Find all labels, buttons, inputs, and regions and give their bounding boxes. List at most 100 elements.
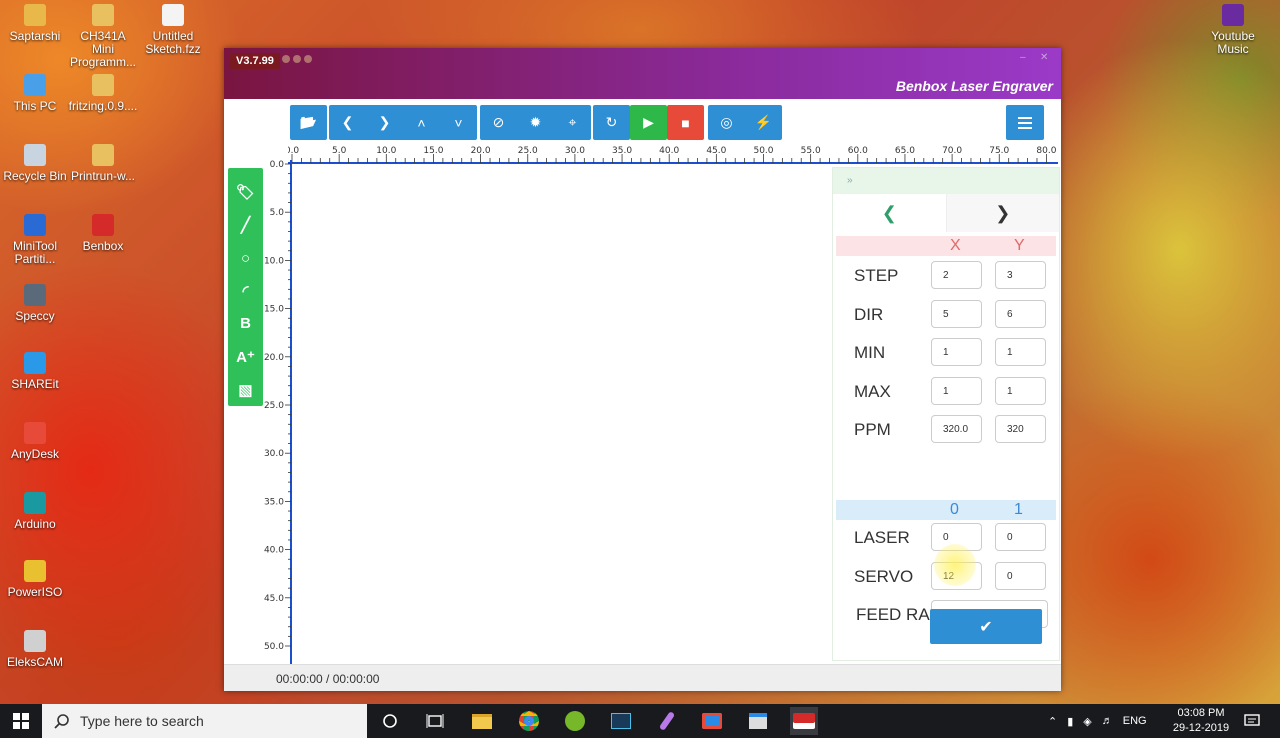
arrow-down-icon: ˅ xyxy=(454,114,463,131)
min-field-b[interactable]: 1 xyxy=(995,338,1046,366)
play-button[interactable]: ▶ xyxy=(630,105,667,140)
arrow-up-button[interactable]: ˄ xyxy=(403,105,440,140)
taskbar-benbox[interactable] xyxy=(790,707,818,735)
start-button[interactable] xyxy=(0,704,42,738)
arc-tool-button[interactable]: ◜ xyxy=(228,275,263,308)
target-button[interactable]: ◎ xyxy=(708,105,745,140)
line-tool-button[interactable]: ╱ xyxy=(228,209,263,242)
stop-icon: ■ xyxy=(681,114,690,131)
crosshair-button[interactable]: ⌖ xyxy=(554,105,591,140)
desktop-icon[interactable]: Youtube Music xyxy=(1198,4,1268,56)
axis-y-label: Y xyxy=(1014,237,1025,254)
desktop-icon[interactable]: EleksCAM xyxy=(0,630,70,669)
desktop-icon[interactable]: PowerISO xyxy=(0,560,70,599)
max-field-b[interactable]: 1 xyxy=(995,376,1046,405)
taskbar-search[interactable]: Type here to search xyxy=(42,704,367,738)
desktop-icon[interactable]: This PC xyxy=(0,74,70,113)
tag-icon: 🏷 xyxy=(235,184,256,202)
tag-tool-button[interactable]: 🏷 xyxy=(228,176,263,209)
language-indicator[interactable]: ENG xyxy=(1123,715,1147,727)
laser-field-b[interactable]: 0 xyxy=(995,523,1046,551)
desktop-icon[interactable]: MiniTool Partiti... xyxy=(0,214,70,266)
desktop-app-icon xyxy=(92,4,114,26)
max-label: MAX xyxy=(854,381,891,401)
task-view-button[interactable] xyxy=(421,707,449,735)
clock-time: 03:08 PM xyxy=(1177,707,1225,719)
desktop-icon-label: CH341A Mini Programm... xyxy=(69,29,136,69)
light-button[interactable]: ✹ xyxy=(517,105,554,140)
arrow-left-button[interactable]: ❮ xyxy=(329,105,366,140)
desktop-icon[interactable]: SHAREit xyxy=(0,352,70,391)
taskbar-explorer[interactable] xyxy=(468,707,496,735)
desktop-icon[interactable]: Speccy xyxy=(0,284,70,323)
close-button[interactable]: ✕ xyxy=(1040,52,1048,63)
min-label: MIN xyxy=(854,343,886,362)
arrow-right-button[interactable]: ❯ xyxy=(366,105,403,140)
ruler-x-label: 35.0 xyxy=(612,146,632,156)
cortana-button[interactable] xyxy=(376,707,404,735)
stop-button[interactable]: ■ xyxy=(667,105,704,140)
repeat-button[interactable]: ↻ xyxy=(593,105,630,140)
flash-button[interactable]: ⚡ xyxy=(745,105,782,140)
desktop-icon-label: Arduino xyxy=(14,517,56,531)
bold-text-tool-button[interactable]: B xyxy=(228,307,263,340)
taskbar-utorrent[interactable] xyxy=(561,707,589,735)
next-page-button[interactable]: ❯ xyxy=(946,194,1059,232)
taskbar-app-video[interactable] xyxy=(607,707,635,735)
desktop-icon[interactable]: fritzing.0.9.... xyxy=(68,74,138,113)
desktop-app-icon xyxy=(92,74,114,96)
clock[interactable]: 03:08 PM 29-12-2019 xyxy=(1168,706,1234,736)
title-bar[interactable]: V3.7.99 – ✕ Benbox Laser Engraver xyxy=(224,48,1061,99)
dir-field-b[interactable]: 6 xyxy=(995,299,1046,328)
apply-button[interactable]: ✔ xyxy=(930,609,1042,644)
desktop-app-icon xyxy=(24,630,46,652)
desktop-icon[interactable]: Printrun-w... xyxy=(68,144,138,183)
engrave-canvas[interactable] xyxy=(292,164,832,664)
notifications-button[interactable] xyxy=(1244,704,1260,738)
desktop-icon[interactable]: CH341A Mini Programm... xyxy=(68,4,138,69)
hamburger-menu-button[interactable] xyxy=(1006,105,1044,140)
desktop-icon[interactable]: Arduino xyxy=(0,492,70,531)
desktop-icon[interactable]: Saptarshi xyxy=(0,4,70,43)
circle-tool-button[interactable]: ○ xyxy=(228,242,263,275)
prev-page-button[interactable]: ❮ xyxy=(833,194,947,232)
step-field-a[interactable]: 2 xyxy=(931,261,982,289)
ruler-y-label: 20.0 xyxy=(264,353,284,363)
ruler-y-label: 10.0 xyxy=(264,256,284,266)
image-icon: ▧ xyxy=(238,381,253,399)
font-tool-button[interactable]: A⁺ xyxy=(228,340,263,373)
ruler-x-label: 65.0 xyxy=(895,146,915,156)
servo-label: SERVO xyxy=(854,566,914,586)
min-field-a[interactable]: 1 xyxy=(931,338,982,366)
desktop-icon[interactable]: AnyDesk xyxy=(0,422,70,461)
desktop-icon[interactable]: Untitled Sketch.fzz xyxy=(138,4,208,56)
show-hidden-icon[interactable]: ⌃ xyxy=(1048,715,1057,728)
ppm-field-b[interactable]: 320 xyxy=(995,415,1046,443)
volume-icon[interactable]: ♬ xyxy=(1102,715,1113,727)
battery-icon[interactable]: ▮ xyxy=(1067,715,1073,728)
panel-collapse[interactable]: » xyxy=(833,168,1059,194)
open-button[interactable]: 📂 xyxy=(290,105,327,140)
desktop-icon[interactable]: Benbox xyxy=(68,214,138,253)
servo-field-b[interactable]: 0 xyxy=(995,561,1046,590)
taskbar-app-window[interactable] xyxy=(744,707,772,735)
ppm-label: PPM xyxy=(854,420,891,439)
desktop-icon[interactable]: Recycle Bin xyxy=(0,144,70,183)
io-header: 0 1 xyxy=(836,500,1056,520)
desktop-app-icon xyxy=(24,284,46,306)
stop-circle-button[interactable]: ⊘ xyxy=(480,105,517,140)
minimize-button[interactable]: – xyxy=(1020,52,1026,63)
ruler-x-label: 55.0 xyxy=(801,146,821,156)
max-field-a[interactable]: 1 xyxy=(931,376,982,405)
ruler-x-label: 75.0 xyxy=(989,146,1009,156)
taskbar-chrome[interactable] xyxy=(515,707,543,735)
taskbar-app-feather[interactable] xyxy=(653,707,681,735)
ppm-field-a[interactable]: 320.0 xyxy=(931,415,982,443)
step-field-b[interactable]: 3 xyxy=(995,261,1046,289)
wifi-icon[interactable]: ◈ xyxy=(1083,715,1091,728)
desktop-app-icon xyxy=(92,214,114,236)
arrow-down-button[interactable]: ˅ xyxy=(440,105,477,140)
taskbar-app-recorder[interactable] xyxy=(698,707,726,735)
image-tool-button[interactable]: ▧ xyxy=(228,373,263,406)
dir-field-a[interactable]: 5 xyxy=(931,299,982,328)
